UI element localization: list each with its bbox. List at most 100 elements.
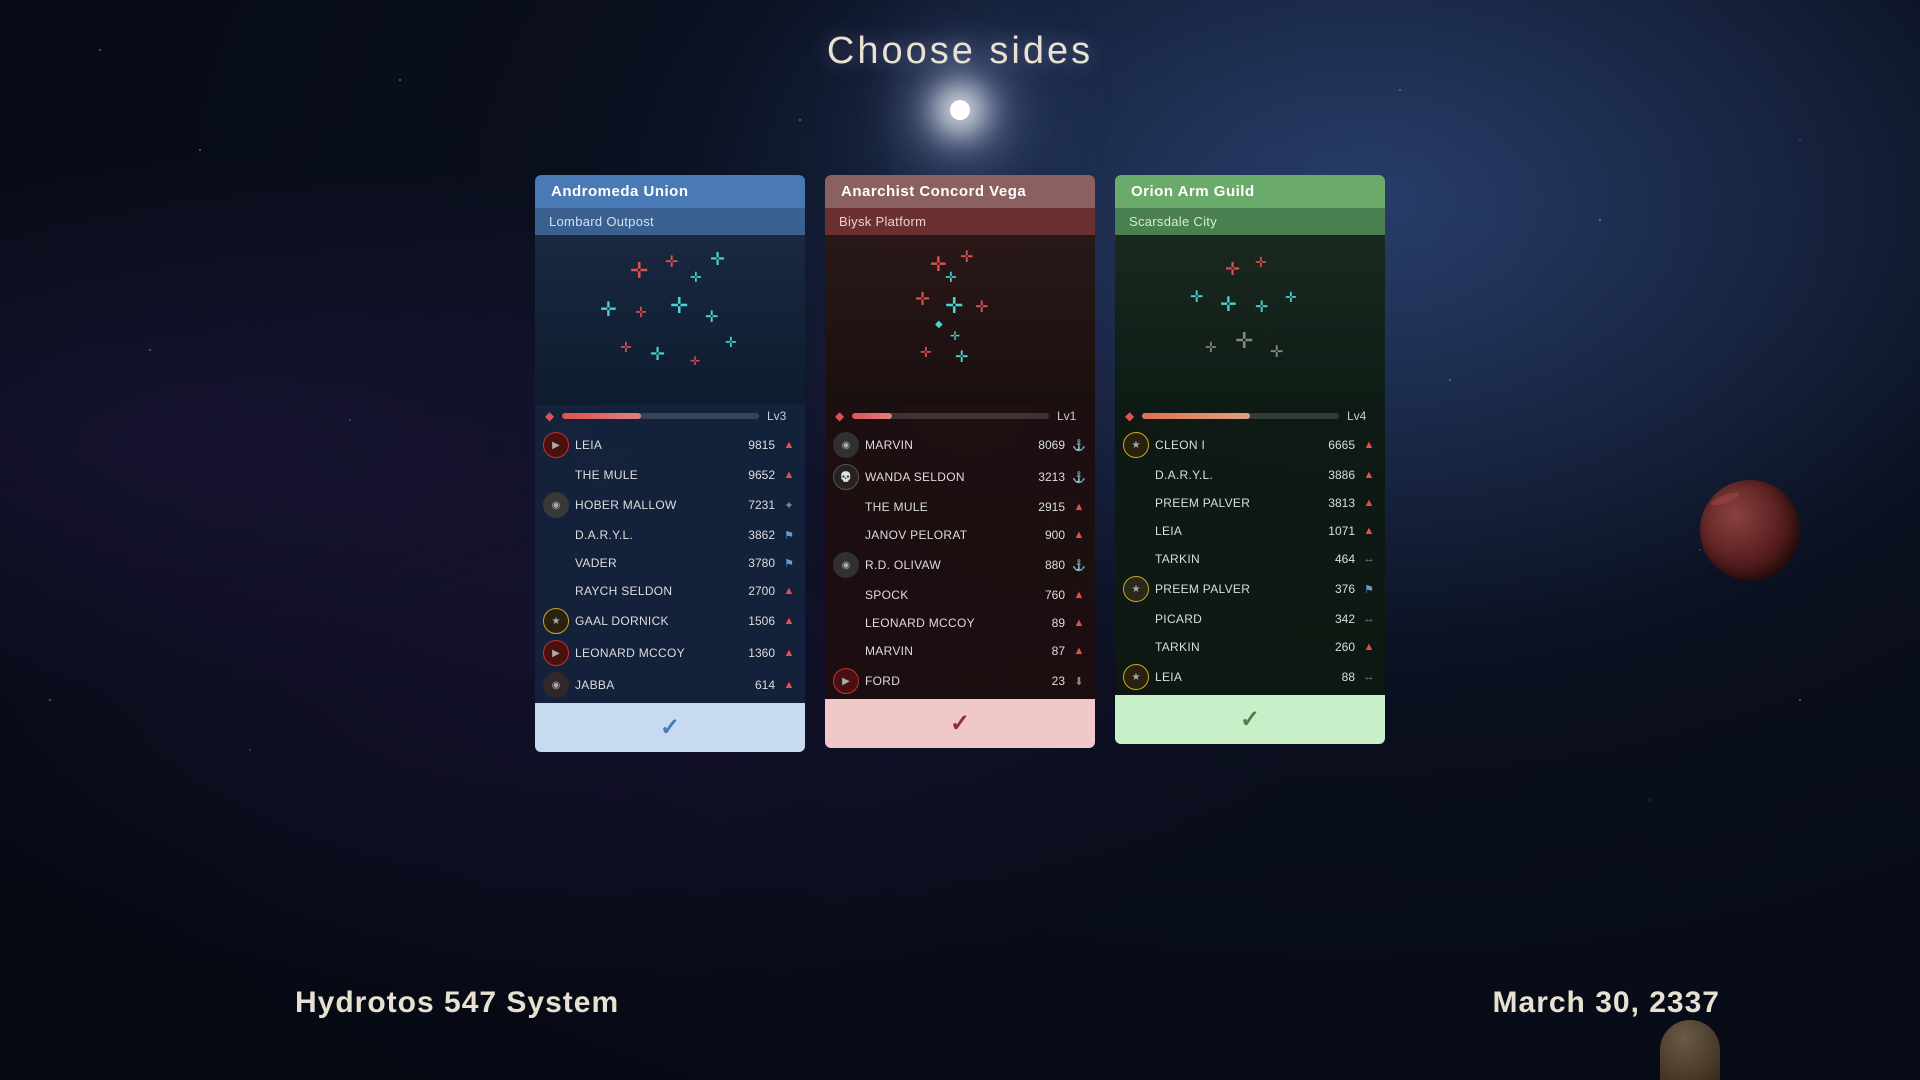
rank-icon: ▲ bbox=[1071, 645, 1087, 657]
rank-icon: ▲ bbox=[1361, 439, 1377, 451]
player-row: ◉ R.D. OLIVAW 880 ⚓ bbox=[825, 549, 1095, 581]
rank-icon: ⬇ bbox=[1071, 675, 1087, 688]
player-name: D.A.R.Y.L. bbox=[1155, 468, 1309, 482]
level-bar-andromeda: ◆ Lv3 bbox=[535, 405, 805, 427]
avatar: ◉ bbox=[833, 432, 859, 458]
ship-grid-orion: ✛ ✛ ✛ ✛ ✛ ✛ ✛ ✛ ✛ bbox=[1150, 245, 1350, 395]
rank-icon: ▲ bbox=[1361, 525, 1377, 537]
faction-card-andromeda[interactable]: Andromeda Union Lombard Outpost ✛ ✛ ✛ ✛ … bbox=[535, 175, 805, 752]
player-name: R.D. OLIVAW bbox=[865, 558, 1019, 572]
date-label: March 30, 2337 bbox=[1493, 986, 1720, 1020]
select-button-andromeda[interactable]: ✓ bbox=[535, 703, 805, 752]
rank-icon: ⚓ bbox=[1071, 439, 1087, 452]
faction-name-orion: Orion Arm Guild bbox=[1115, 175, 1385, 208]
avatar: ▶ bbox=[543, 640, 569, 666]
player-row: LEIA 1071 ▲ bbox=[1115, 517, 1385, 545]
player-name: GAAL DORNICK bbox=[575, 614, 729, 628]
rank-icon: ↔ bbox=[1361, 613, 1377, 625]
player-row: PREEM PALVER 3813 ▲ bbox=[1115, 489, 1385, 517]
player-name: PREEM PALVER bbox=[1155, 496, 1309, 510]
player-score: 900 bbox=[1025, 528, 1065, 542]
rank-icon: ▲ bbox=[1071, 529, 1087, 541]
rank-icon: ▲ bbox=[781, 469, 797, 481]
player-score: 1360 bbox=[735, 646, 775, 660]
rank-icon: ⚓ bbox=[1071, 559, 1087, 572]
level-bar-fill-orion bbox=[1142, 413, 1250, 419]
player-name: CLEON I bbox=[1155, 438, 1309, 452]
rank-icon: ↔ bbox=[1361, 553, 1377, 565]
player-row: ▶ LEIA 9815 ▲ bbox=[535, 429, 805, 461]
diamond-icon-andromeda: ◆ bbox=[545, 409, 554, 423]
level-bar-fill-andromeda bbox=[562, 413, 641, 419]
player-list-andromeda: ▶ LEIA 9815 ▲ THE MULE 9652 ▲ ◉ HOBER MA… bbox=[535, 427, 805, 703]
rank-icon: ↔ bbox=[1361, 671, 1377, 683]
system-label: Hydrotos 547 System bbox=[295, 986, 619, 1020]
faction-location-orion: Scarsdale City bbox=[1115, 208, 1385, 235]
rank-icon: ▲ bbox=[1361, 469, 1377, 481]
player-row: ★ CLEON I 6665 ▲ bbox=[1115, 429, 1385, 461]
rank-icon: ▲ bbox=[1071, 501, 1087, 513]
player-score: 2915 bbox=[1025, 500, 1065, 514]
player-score: 89 bbox=[1025, 616, 1065, 630]
player-name: MARVIN bbox=[865, 644, 1019, 658]
sun-decoration bbox=[950, 100, 970, 120]
player-name: D.A.R.Y.L. bbox=[575, 528, 729, 542]
battle-area-anarchist: ✛ ✛ ✛ ✛ ✛ ✛ ✛ ◆ ✛ ✛ bbox=[825, 235, 1095, 405]
avatar: ★ bbox=[543, 608, 569, 634]
level-bar-anarchist: ◆ Lv1 bbox=[825, 405, 1095, 427]
level-bar-orion: ◆ Lv4 bbox=[1115, 405, 1385, 427]
player-row: THE MULE 9652 ▲ bbox=[535, 461, 805, 489]
player-name: PREEM PALVER bbox=[1155, 582, 1309, 596]
player-name: HOBER MALLOW bbox=[575, 498, 729, 512]
player-name: MARVIN bbox=[865, 438, 1019, 452]
planet-decoration-small bbox=[1660, 1020, 1720, 1080]
diamond-icon-anarchist: ◆ bbox=[835, 409, 844, 423]
faction-name-andromeda: Andromeda Union bbox=[535, 175, 805, 208]
player-name: THE MULE bbox=[575, 468, 729, 482]
checkmark-icon-andromeda: ✓ bbox=[660, 713, 680, 742]
ship-grid-anarchist: ✛ ✛ ✛ ✛ ✛ ✛ ✛ ◆ ✛ ✛ bbox=[860, 245, 1060, 395]
player-row: TARKIN 260 ▲ bbox=[1115, 633, 1385, 661]
player-score: 3780 bbox=[735, 556, 775, 570]
player-score: 464 bbox=[1315, 552, 1355, 566]
avatar: ◉ bbox=[543, 492, 569, 518]
ship-grid-andromeda: ✛ ✛ ✛ ✛ ✛ ✛ ✛ ✛ ✛ ✛ ✛ ✛ bbox=[570, 245, 770, 395]
player-score: 8069 bbox=[1025, 438, 1065, 452]
level-label-orion: Lv4 bbox=[1347, 409, 1375, 423]
level-bar-track-orion bbox=[1142, 413, 1339, 419]
select-button-anarchist[interactable]: ✓ bbox=[825, 699, 1095, 748]
player-row: 💀 WANDA SELDON 3213 ⚓ bbox=[825, 461, 1095, 493]
player-name: THE MULE bbox=[865, 500, 1019, 514]
rank-icon: ▲ bbox=[1071, 617, 1087, 629]
player-row: ★ LEIA 88 ↔ bbox=[1115, 661, 1385, 693]
faction-card-anarchist[interactable]: Anarchist Concord Vega Biysk Platform ✛ … bbox=[825, 175, 1095, 748]
faction-name-anarchist: Anarchist Concord Vega bbox=[825, 175, 1095, 208]
player-row: LEONARD MCCOY 89 ▲ bbox=[825, 609, 1095, 637]
player-name: LEONARD MCCOY bbox=[575, 646, 729, 660]
player-row: ◉ JABBA 614 ▲ bbox=[535, 669, 805, 701]
select-button-orion[interactable]: ✓ bbox=[1115, 695, 1385, 744]
player-score: 9652 bbox=[735, 468, 775, 482]
player-row: RAYCH SELDON 2700 ▲ bbox=[535, 577, 805, 605]
player-score: 880 bbox=[1025, 558, 1065, 572]
level-bar-track-anarchist bbox=[852, 413, 1049, 419]
player-name: LEIA bbox=[1155, 670, 1309, 684]
battle-area-orion: ✛ ✛ ✛ ✛ ✛ ✛ ✛ ✛ ✛ bbox=[1115, 235, 1385, 405]
player-name: LEIA bbox=[575, 438, 729, 452]
player-name: RAYCH SELDON bbox=[575, 584, 729, 598]
player-row: PICARD 342 ↔ bbox=[1115, 605, 1385, 633]
faction-location-anarchist: Biysk Platform bbox=[825, 208, 1095, 235]
rank-icon: ▲ bbox=[1361, 497, 1377, 509]
avatar: ▶ bbox=[833, 668, 859, 694]
player-row: ★ PREEM PALVER 376 ⚑ bbox=[1115, 573, 1385, 605]
battle-area-andromeda: ✛ ✛ ✛ ✛ ✛ ✛ ✛ ✛ ✛ ✛ ✛ ✛ bbox=[535, 235, 805, 405]
faction-card-orion[interactable]: Orion Arm Guild Scarsdale City ✛ ✛ ✛ ✛ ✛… bbox=[1115, 175, 1385, 744]
avatar: ★ bbox=[1123, 432, 1149, 458]
avatar: ★ bbox=[1123, 576, 1149, 602]
rank-icon: ⚑ bbox=[781, 529, 797, 542]
level-label-anarchist: Lv1 bbox=[1057, 409, 1085, 423]
rank-icon: ▲ bbox=[781, 585, 797, 597]
rank-icon: ⚓ bbox=[1071, 471, 1087, 484]
player-name: WANDA SELDON bbox=[865, 470, 1019, 484]
player-score: 3862 bbox=[735, 528, 775, 542]
